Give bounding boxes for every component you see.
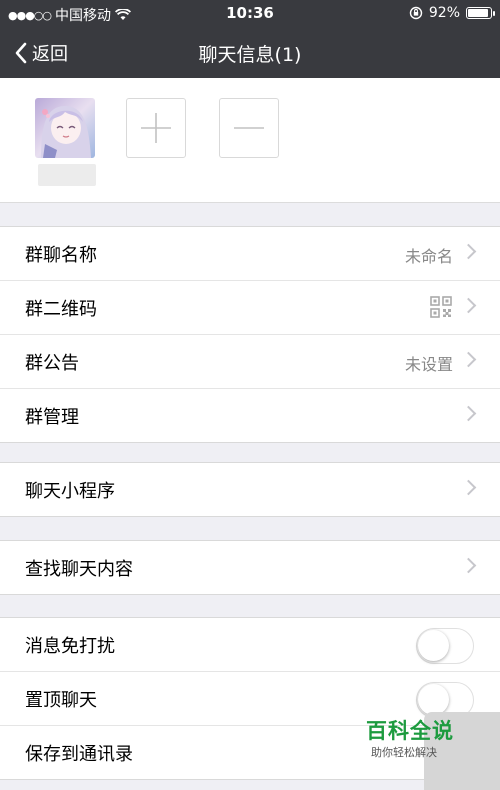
member-name-placeholder <box>38 164 96 186</box>
group-name-value: 未命名 <box>404 247 453 266</box>
group-notice-value: 未设置 <box>404 355 453 374</box>
pin-label: 置顶聊天 <box>25 690 97 711</box>
mini-program-row[interactable]: 聊天小程序 <box>0 463 500 516</box>
status-bar: ●●●○○ 中国移动 10:36 92% <box>0 0 500 28</box>
group-qrcode-label: 群二维码 <box>25 299 97 320</box>
toggle-knob <box>418 630 449 661</box>
mute-row: 消息免打扰 <box>0 618 500 672</box>
watermark: 百科全说 助你轻松解决 <box>350 712 500 790</box>
mini-program-section: 聊天小程序 <box>0 462 500 517</box>
chevron-right-icon <box>460 351 477 368</box>
page-title: 聊天信息(1) <box>198 44 302 66</box>
group-notice-label: 群公告 <box>25 353 79 374</box>
search-section: 查找聊天内容 <box>0 540 500 595</box>
chevron-right-icon <box>460 243 477 260</box>
group-name-row[interactable]: 群聊名称 未命名 <box>0 227 500 281</box>
group-manage-label: 群管理 <box>25 407 79 428</box>
save-contacts-label: 保存到通讯录 <box>25 744 133 765</box>
chevron-right-icon <box>460 405 477 422</box>
chevron-right-icon <box>460 557 477 574</box>
mute-toggle[interactable] <box>416 628 474 664</box>
group-name-label: 群聊名称 <box>25 245 97 266</box>
anime-avatar-image <box>35 98 95 158</box>
search-chat-label: 查找聊天内容 <box>25 559 133 580</box>
watermark-subtitle: 助你轻松解决 <box>371 746 437 759</box>
add-member-button[interactable] <box>126 98 186 158</box>
qr-code-icon <box>430 296 452 318</box>
battery-percent: 92% <box>428 5 460 21</box>
watermark-title: 百科全说 <box>366 719 454 743</box>
group-info-section: 群聊名称 未命名 群二维码 群公告 未设置 群管理 <box>0 226 500 443</box>
toggle-knob <box>418 684 449 715</box>
mute-label: 消息免打扰 <box>25 636 115 657</box>
battery-icon <box>466 7 495 19</box>
group-notice-row[interactable]: 群公告 未设置 <box>0 335 500 389</box>
member-panel <box>0 78 500 203</box>
search-chat-row[interactable]: 查找聊天内容 <box>0 541 500 594</box>
battery-fill <box>468 9 489 17</box>
avatar[interactable] <box>35 98 95 158</box>
group-manage-row[interactable]: 群管理 <box>0 389 500 442</box>
chevron-right-icon <box>460 479 477 496</box>
minus-icon <box>234 127 264 129</box>
plus-icon <box>141 113 171 143</box>
remove-member-button[interactable] <box>219 98 279 158</box>
group-qrcode-row[interactable]: 群二维码 <box>0 281 500 335</box>
orientation-lock-icon <box>409 6 423 20</box>
status-right: 92% <box>409 5 495 21</box>
nav-bar: 返回 聊天信息(1) <box>0 28 500 78</box>
chevron-right-icon <box>460 297 477 314</box>
mini-program-label: 聊天小程序 <box>25 481 115 502</box>
